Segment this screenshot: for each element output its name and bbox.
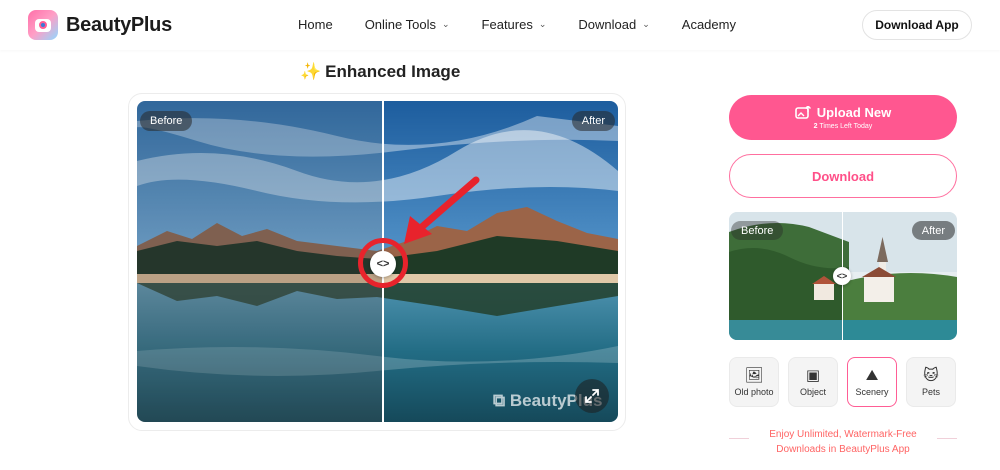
promo-line-1: Enjoy Unlimited, Watermark-Free xyxy=(769,429,917,440)
category-pets[interactable]: 🐱 Pets xyxy=(906,357,956,407)
scenery-icon: ⛰ xyxy=(865,366,879,384)
chevron-down-icon: ⌄ xyxy=(442,19,450,29)
category-scenery[interactable]: ⛰ Scenery xyxy=(847,357,897,407)
pets-icon: 🐱 xyxy=(923,366,939,384)
nav-online-tools-label: Online Tools xyxy=(364,17,436,32)
sample-before-tag: Before xyxy=(731,221,784,240)
nav-academy-label: Academy xyxy=(681,17,736,32)
after-tag: After xyxy=(571,111,615,131)
before-tag: Before xyxy=(140,111,193,131)
nav-download-label: Download xyxy=(578,17,637,32)
upload-new-button[interactable]: Upload New 2 Times Left Today xyxy=(729,95,957,140)
category-old-photo-label: Old photo xyxy=(734,386,774,397)
brand-logo[interactable]: BeautyPlus xyxy=(28,10,172,40)
red-arrow-annotation-icon xyxy=(404,176,480,244)
expand-button[interactable] xyxy=(575,379,609,413)
nav-home[interactable]: Home xyxy=(298,17,333,32)
nav-features[interactable]: Features ⌄ xyxy=(482,17,547,32)
object-icon: ▣ xyxy=(805,366,821,384)
upload-new-main: Upload New xyxy=(794,105,892,120)
sparkle-icon: ✨ xyxy=(300,62,322,81)
upload-sub-label: Times Left Today xyxy=(817,123,873,130)
nav-home-label: Home xyxy=(298,17,333,32)
lake-scenery-image-enhanced xyxy=(382,101,618,422)
before-after-compare[interactable]: <> Before After ⧉ BeautyPlus xyxy=(137,101,618,422)
upload-remaining-text: 2 Times Left Today xyxy=(814,123,873,130)
nav-features-label: Features xyxy=(481,17,533,32)
lake-scenery-image xyxy=(137,101,382,422)
main-nav: Home Online Tools ⌄ Features ⌄ Download ⌄ A… xyxy=(298,17,768,32)
app-promo[interactable]: Enjoy Unlimited, Watermark-Free Download… xyxy=(743,427,943,457)
brand-name: BeautyPlus xyxy=(66,13,172,36)
nav-download[interactable]: Download ⌄ xyxy=(578,17,649,32)
category-object[interactable]: ▣ Object xyxy=(788,357,838,407)
sample-compare[interactable]: <> Before After xyxy=(729,212,957,340)
promo-line-2: Downloads in BeautyPlus App xyxy=(776,444,910,455)
chevron-down-icon: ⌄ xyxy=(538,19,547,29)
category-selector: 🖼 Old photo ▣ Object ⛰ Scenery 🐱 Pets xyxy=(729,357,956,407)
before-image xyxy=(137,101,382,422)
camera-icon: ⧉ xyxy=(493,391,506,410)
beautyplus-logo-icon xyxy=(28,10,58,40)
download-app-button[interactable]: Download App xyxy=(862,10,972,40)
category-old-photo[interactable]: 🖼 Old photo xyxy=(729,357,779,407)
upload-image-icon xyxy=(794,105,811,119)
nav-online-tools[interactable]: Online Tools ⌄ xyxy=(365,17,450,32)
sample-after-tag: After xyxy=(911,221,955,240)
after-image xyxy=(382,101,618,422)
download-button[interactable]: Download xyxy=(729,154,957,198)
sample-compare-handle[interactable]: <> xyxy=(833,267,851,285)
chevron-down-icon: ⌄ xyxy=(642,19,650,29)
category-pets-label: Pets xyxy=(921,386,940,397)
expand-icon xyxy=(585,389,599,403)
upload-new-label: Upload New xyxy=(816,105,892,120)
page-title-text: Enhanced Image xyxy=(325,62,461,81)
top-header: BeautyPlus Home Online Tools ⌄ Features ⌄ … xyxy=(0,0,1000,50)
category-scenery-label: Scenery xyxy=(855,386,889,397)
page-title: ✨ Enhanced Image xyxy=(300,62,460,82)
category-object-label: Object xyxy=(799,386,826,397)
nav-academy[interactable]: Academy xyxy=(682,17,736,32)
old-photo-icon: 🖼 xyxy=(744,366,764,384)
compare-handle[interactable]: <> xyxy=(370,251,396,277)
